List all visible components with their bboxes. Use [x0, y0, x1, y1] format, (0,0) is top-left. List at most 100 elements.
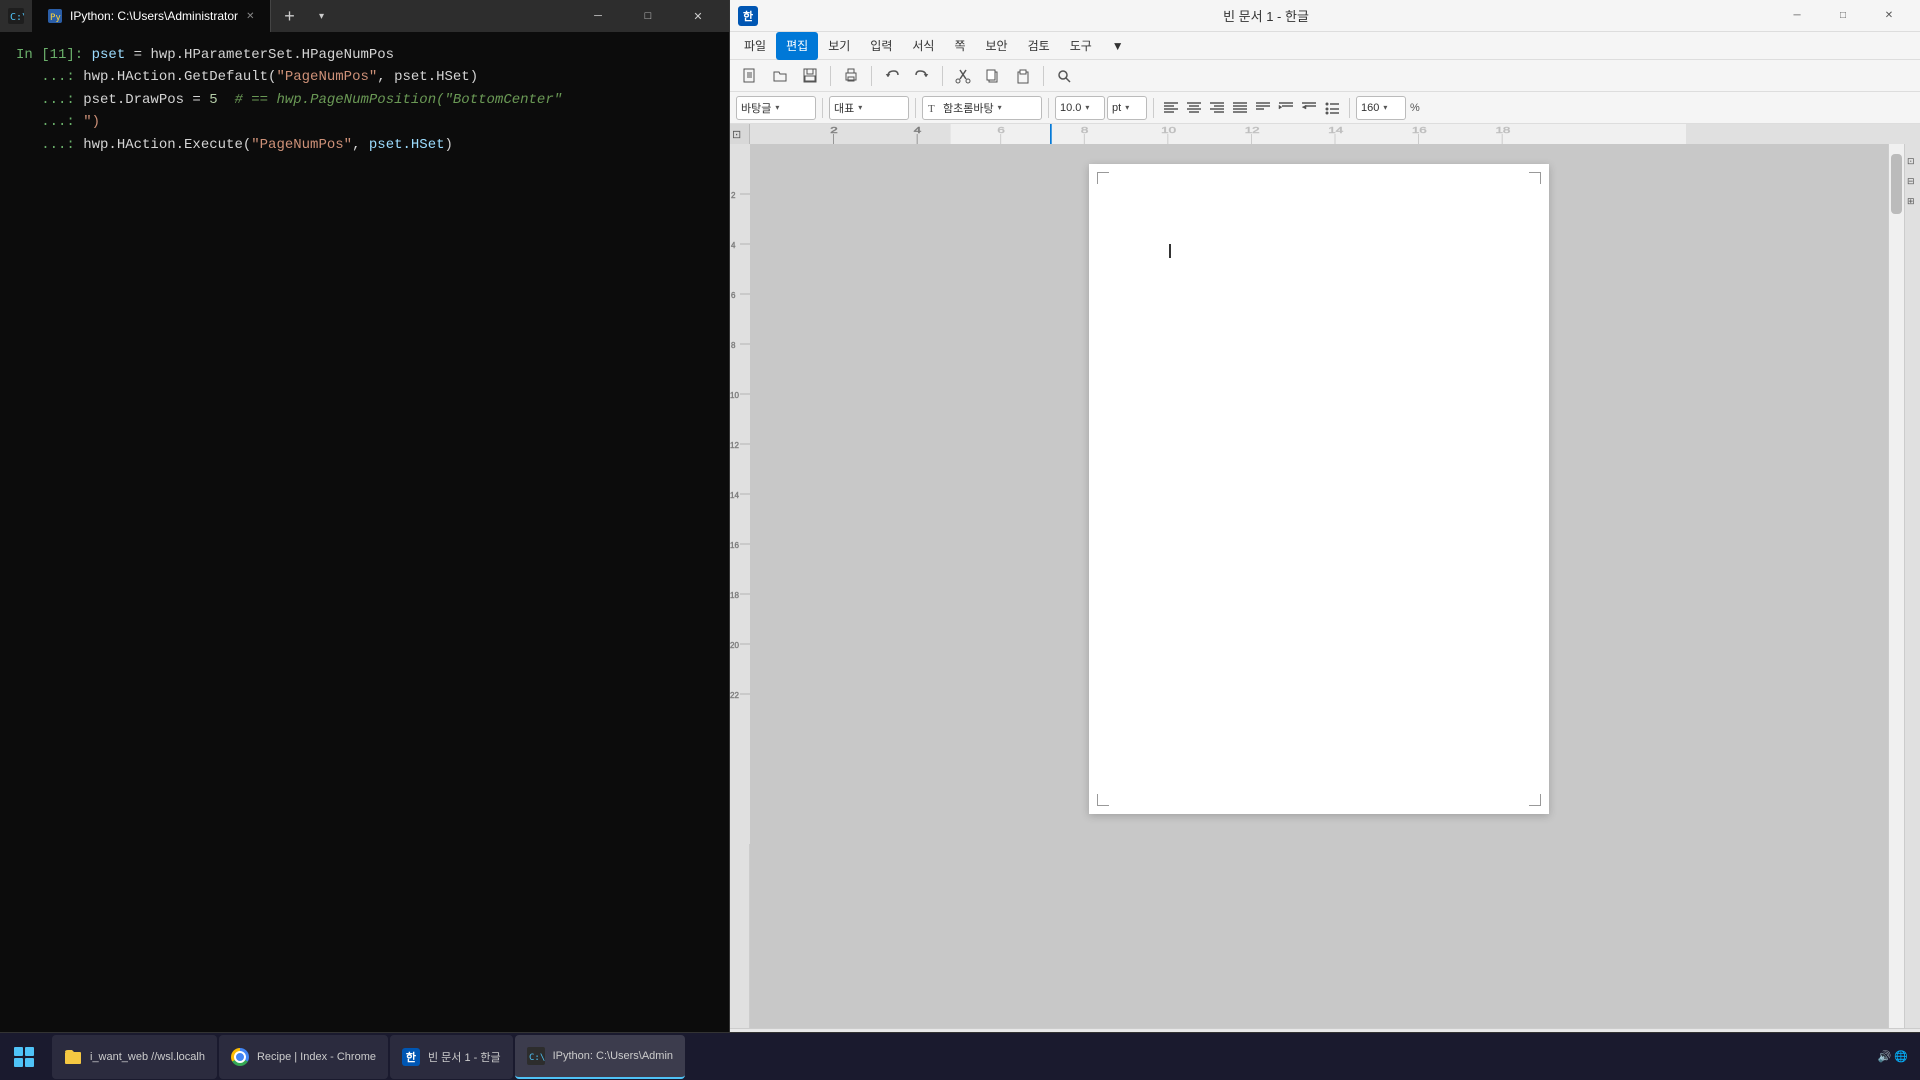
- hwp-fontsize-unit-arrow: ▾: [1125, 103, 1129, 112]
- hwp-minimize-btn[interactable]: ─: [1774, 0, 1820, 32]
- hwp-close-btn[interactable]: ✕: [1866, 0, 1912, 32]
- hwp-tb-paste[interactable]: [1009, 63, 1037, 89]
- hwp-tb2-sep-5: [1349, 98, 1350, 118]
- hwp-fontsize-unit[interactable]: pt ▾: [1107, 96, 1147, 120]
- taskbar-item-ipython[interactable]: C:\ IPython: C:\Users\Admin: [515, 1035, 685, 1079]
- code-getdefault-arg: , pset.HSet): [377, 66, 478, 88]
- svg-text:12: 12: [730, 441, 739, 450]
- taskbar-item-hwp[interactable]: 빈 문서 1 - 한글: [390, 1035, 513, 1079]
- terminal-tab-close[interactable]: ✕: [246, 11, 254, 22]
- hwp-menu-edit[interactable]: 편집: [776, 32, 818, 60]
- svg-text:T: T: [928, 103, 935, 114]
- hwp-zoom-select[interactable]: 160 ▾: [1356, 96, 1406, 120]
- align-left-icon: [1163, 101, 1179, 115]
- bullet-list-icon: [1324, 101, 1340, 115]
- hwp-tb-print[interactable]: [837, 63, 865, 89]
- text-cursor: [1169, 244, 1171, 258]
- svg-text:C:\: C:\: [10, 12, 24, 23]
- hwp-tb-copy[interactable]: [979, 63, 1007, 89]
- hwp-tb-cut[interactable]: [949, 63, 977, 89]
- hwp-align-justify[interactable]: [1229, 97, 1251, 119]
- svg-text:⊡: ⊡: [732, 129, 741, 141]
- hwp-menu-tools[interactable]: 도구: [1060, 32, 1102, 60]
- taskbar: i_want_web //wsl.localh Recipe | Index -…: [0, 1032, 1920, 1080]
- svg-text:⊞: ⊞: [1907, 196, 1915, 206]
- terminal-tab-label: IPython: C:\Users\Administrator: [70, 9, 238, 23]
- hwp-window-title: 빈 문서 1 - 한글: [758, 6, 1774, 25]
- align-right-icon: [1209, 101, 1225, 115]
- hwp-menu-review[interactable]: 검토: [1018, 32, 1060, 60]
- prompt-cont-4: ...:: [16, 111, 83, 133]
- terminal-app-icon: C:\: [8, 8, 24, 24]
- hwp-menu-security[interactable]: 보안: [976, 32, 1018, 60]
- taskbar-explorer-label: i_want_web //wsl.localh: [90, 1051, 205, 1063]
- hwp-scrollbar-vertical[interactable]: [1888, 144, 1904, 1028]
- chrome-icon: [231, 1048, 249, 1066]
- hwp-tb2-sep-2: [915, 98, 916, 118]
- hwp-align-right[interactable]: [1206, 97, 1228, 119]
- align-center-icon: [1186, 101, 1202, 115]
- hwp-tb-redo[interactable]: [908, 63, 936, 89]
- code-line-1: In [11]: pset = hwp.HParameterSet.HPageN…: [16, 44, 713, 66]
- save-icon: [802, 68, 818, 84]
- hwp-align-indent[interactable]: [1275, 97, 1297, 119]
- svg-text:4: 4: [914, 126, 921, 135]
- hwp-font-type-select[interactable]: 대표 ▾: [829, 96, 909, 120]
- hwp-fontsize-select[interactable]: 10.0 ▾: [1055, 96, 1105, 120]
- terminal-maximize-btn[interactable]: □: [625, 0, 671, 32]
- hwp-align-distributed[interactable]: [1252, 97, 1274, 119]
- hwp-doc-area[interactable]: [750, 144, 1888, 1028]
- terminal-dropdown-btn[interactable]: ▾: [307, 0, 335, 32]
- code-comment-1: # == hwp.PageNumPosition("BottomCenter": [234, 89, 562, 111]
- hwp-menu-insert[interactable]: 입력: [860, 32, 902, 60]
- hwp-bullet-list[interactable]: [1321, 97, 1343, 119]
- hwp-align-left[interactable]: [1160, 97, 1182, 119]
- hwp-align-outdent[interactable]: [1298, 97, 1320, 119]
- hwp-tb-undo[interactable]: [878, 63, 906, 89]
- terminal-tab-ipython[interactable]: Py IPython: C:\Users\Administrator ✕: [32, 0, 271, 32]
- hwp-tb-new[interactable]: [736, 63, 764, 89]
- code-execute: hwp.HAction.Execute(: [83, 134, 251, 156]
- terminal-body[interactable]: In [11]: pset = hwp.HParameterSet.HPageN…: [0, 32, 729, 1080]
- svg-text:14: 14: [730, 491, 739, 500]
- redo-icon: [914, 68, 930, 84]
- hwp-tb-find[interactable]: [1050, 63, 1078, 89]
- hwp-style-select[interactable]: 바탕글 ▾: [736, 96, 816, 120]
- hwp-menu-format[interactable]: 서식: [902, 32, 944, 60]
- taskbar-item-explorer[interactable]: i_want_web //wsl.localh: [52, 1035, 217, 1079]
- hwp-window-controls: ─ □ ✕: [1774, 0, 1912, 32]
- svg-text:C:\: C:\: [529, 1053, 545, 1063]
- code-execute-comma: ,: [352, 134, 369, 156]
- hwp-tb-save[interactable]: [796, 63, 824, 89]
- paste-icon: [1015, 68, 1031, 84]
- hwp-scrollbar-thumb[interactable]: [1891, 154, 1902, 214]
- new-doc-icon: [742, 68, 758, 84]
- hwp-font-select[interactable]: T 함초롬바탕 ▾: [922, 96, 1042, 120]
- terminal-minimize-btn[interactable]: ─: [575, 0, 621, 32]
- hwp-maximize-btn[interactable]: □: [1820, 0, 1866, 32]
- terminal-new-tab-btn[interactable]: +: [271, 0, 307, 32]
- code-assign: = hwp.HParameterSet.HPageNumPos: [125, 44, 394, 66]
- hwp-menu-page[interactable]: 쪽: [944, 32, 975, 60]
- hwp-tb-sep-3: [942, 66, 943, 86]
- cut-icon: [955, 68, 971, 84]
- code-drawpos: pset.DrawPos =: [83, 89, 209, 111]
- ipython-taskbar-icon: C:\: [527, 1047, 545, 1065]
- page-corner-bl: [1097, 794, 1109, 806]
- hwp-menu-more[interactable]: ▼: [1102, 32, 1134, 60]
- hwp-align-group: [1160, 97, 1343, 119]
- svg-text:Py: Py: [50, 13, 61, 23]
- svg-text:⊟: ⊟: [1907, 176, 1915, 186]
- prompt-in-11: In [11]:: [16, 44, 92, 66]
- svg-text:18: 18: [730, 591, 739, 600]
- hwp-tb2-sep-1: [822, 98, 823, 118]
- hwp-menu-file[interactable]: 파일: [734, 32, 776, 60]
- hwp-tb-open[interactable]: [766, 63, 794, 89]
- terminal-tabs: Py IPython: C:\Users\Administrator ✕ + ▾: [32, 0, 567, 32]
- start-button[interactable]: [0, 1033, 48, 1080]
- taskbar-item-chrome[interactable]: Recipe | Index - Chrome: [219, 1035, 388, 1079]
- hwp-align-center[interactable]: [1183, 97, 1205, 119]
- hwp-menu-view[interactable]: 보기: [818, 32, 860, 60]
- code-var-pset: pset: [92, 44, 126, 66]
- terminal-close-btn[interactable]: ✕: [675, 0, 721, 32]
